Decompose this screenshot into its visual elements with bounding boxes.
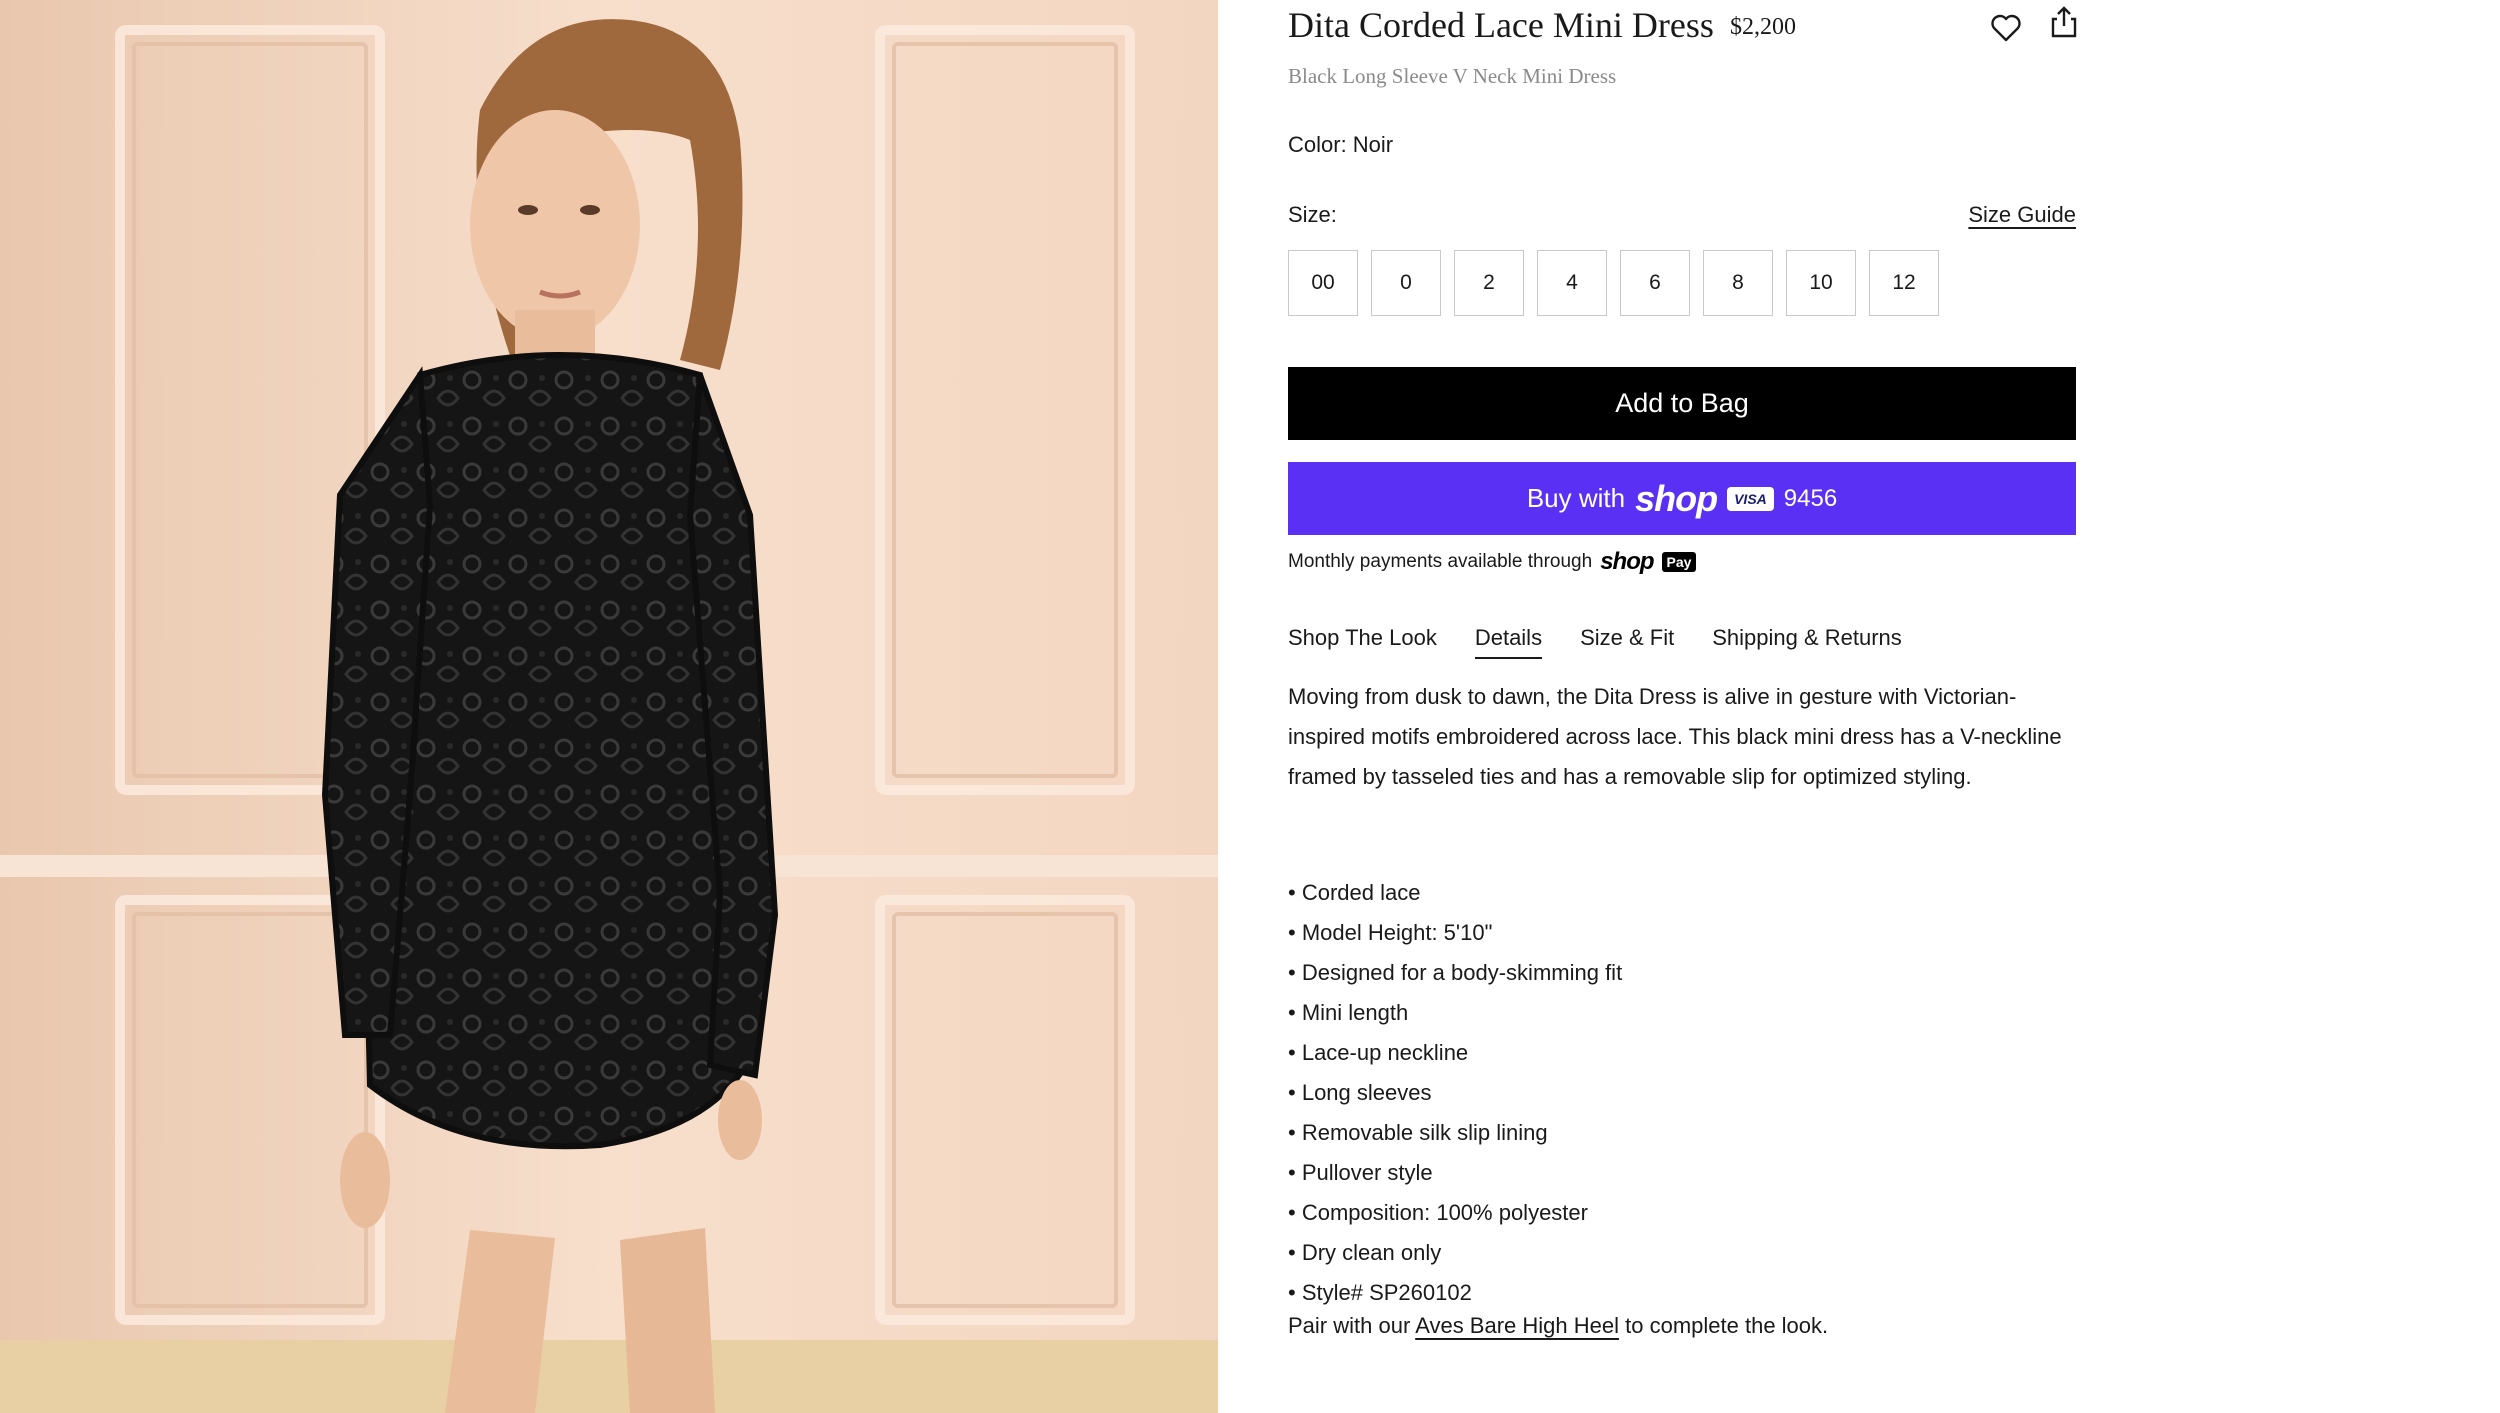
pair-product-link[interactable]: Aves Bare High Heel [1415,1313,1619,1338]
card-last4: 9456 [1783,484,1838,512]
list-item: Lace-up neckline [1288,1033,2076,1073]
list-item: Corded lace [1288,873,2076,913]
shop-logo: shop [1635,477,1718,519]
pair-suffix: to complete the look. [1625,1313,1829,1338]
list-item: Mini length [1288,993,2076,1033]
product-tabs: Shop The Look Details Size & Fit Shippin… [1288,625,1902,659]
list-item: Pullover style [1288,1153,2076,1193]
product-photo-illustration [0,0,1218,1413]
size-option[interactable]: 12 [1869,250,1939,316]
shop-pay-logo-pay: Pay [1661,552,1697,572]
product-subtitle: Black Long Sleeve V Neck Mini Dress [1288,64,1617,88]
list-item: Style# SP260102 [1288,1273,2076,1313]
share-icon[interactable] [2046,4,2082,40]
size-option[interactable]: 10 [1786,250,1856,316]
buy-with-label: Buy with [1526,483,1626,513]
product-price: $2,200 [1730,14,1796,40]
color-label: Color: Noir [1288,132,1394,157]
tab-details[interactable]: Details [1474,625,1543,659]
tab-shipping-returns[interactable]: Shipping & Returns [1712,625,1902,659]
monthly-payments-note: Monthly payments available through shop … [1288,548,1697,576]
pair-prefix: Pair with our [1288,1313,1411,1338]
size-option[interactable]: 8 [1703,250,1773,316]
list-item: Removable silk slip lining [1288,1113,2076,1153]
product-image[interactable] [0,0,1218,1413]
tab-shop-the-look[interactable]: Shop The Look [1288,625,1437,659]
size-option[interactable]: 00 [1288,250,1358,316]
size-option[interactable]: 6 [1620,250,1690,316]
list-item: Composition: 100% polyester [1288,1193,2076,1233]
buy-with-shop-pay-button[interactable]: Buy with shop VISA 9456 [1288,462,2076,535]
visa-card-icon: VISA [1727,486,1774,511]
tab-size-fit[interactable]: Size & Fit [1580,625,1674,659]
size-guide-link[interactable]: Size Guide [1968,202,2076,228]
details-list: Corded lace Model Height: 5'10" Designed… [1288,873,2076,1313]
product-title: Dita Corded Lace Mini Dress [1288,5,1714,45]
product-info-panel: Dita Corded Lace Mini Dress $2,200 Black… [1288,0,2077,1413]
list-item: Dry clean only [1288,1233,2076,1273]
size-option[interactable]: 4 [1537,250,1607,316]
list-item: Designed for a body-skimming fit [1288,953,2076,993]
size-label: Size: [1288,202,1337,227]
size-selector: 00 0 2 4 6 8 10 12 [1288,250,1939,318]
pair-with-note: Pair with our Aves Bare High Heel to com… [1288,1313,1828,1339]
monthly-payments-text: Monthly payments available through [1288,551,1593,572]
size-option[interactable]: 2 [1454,250,1524,316]
heart-icon[interactable] [1988,10,2024,46]
size-option[interactable]: 0 [1371,250,1441,316]
product-description: Moving from dusk to dawn, the Dita Dress… [1288,684,2062,789]
list-item: Long sleeves [1288,1073,2076,1113]
shop-pay-logo-shop: shop [1600,548,1654,575]
add-to-bag-button[interactable]: Add to Bag [1288,367,2076,440]
list-item: Model Height: 5'10" [1288,913,2076,953]
title-row: Dita Corded Lace Mini Dress $2,200 [1288,4,2077,60]
